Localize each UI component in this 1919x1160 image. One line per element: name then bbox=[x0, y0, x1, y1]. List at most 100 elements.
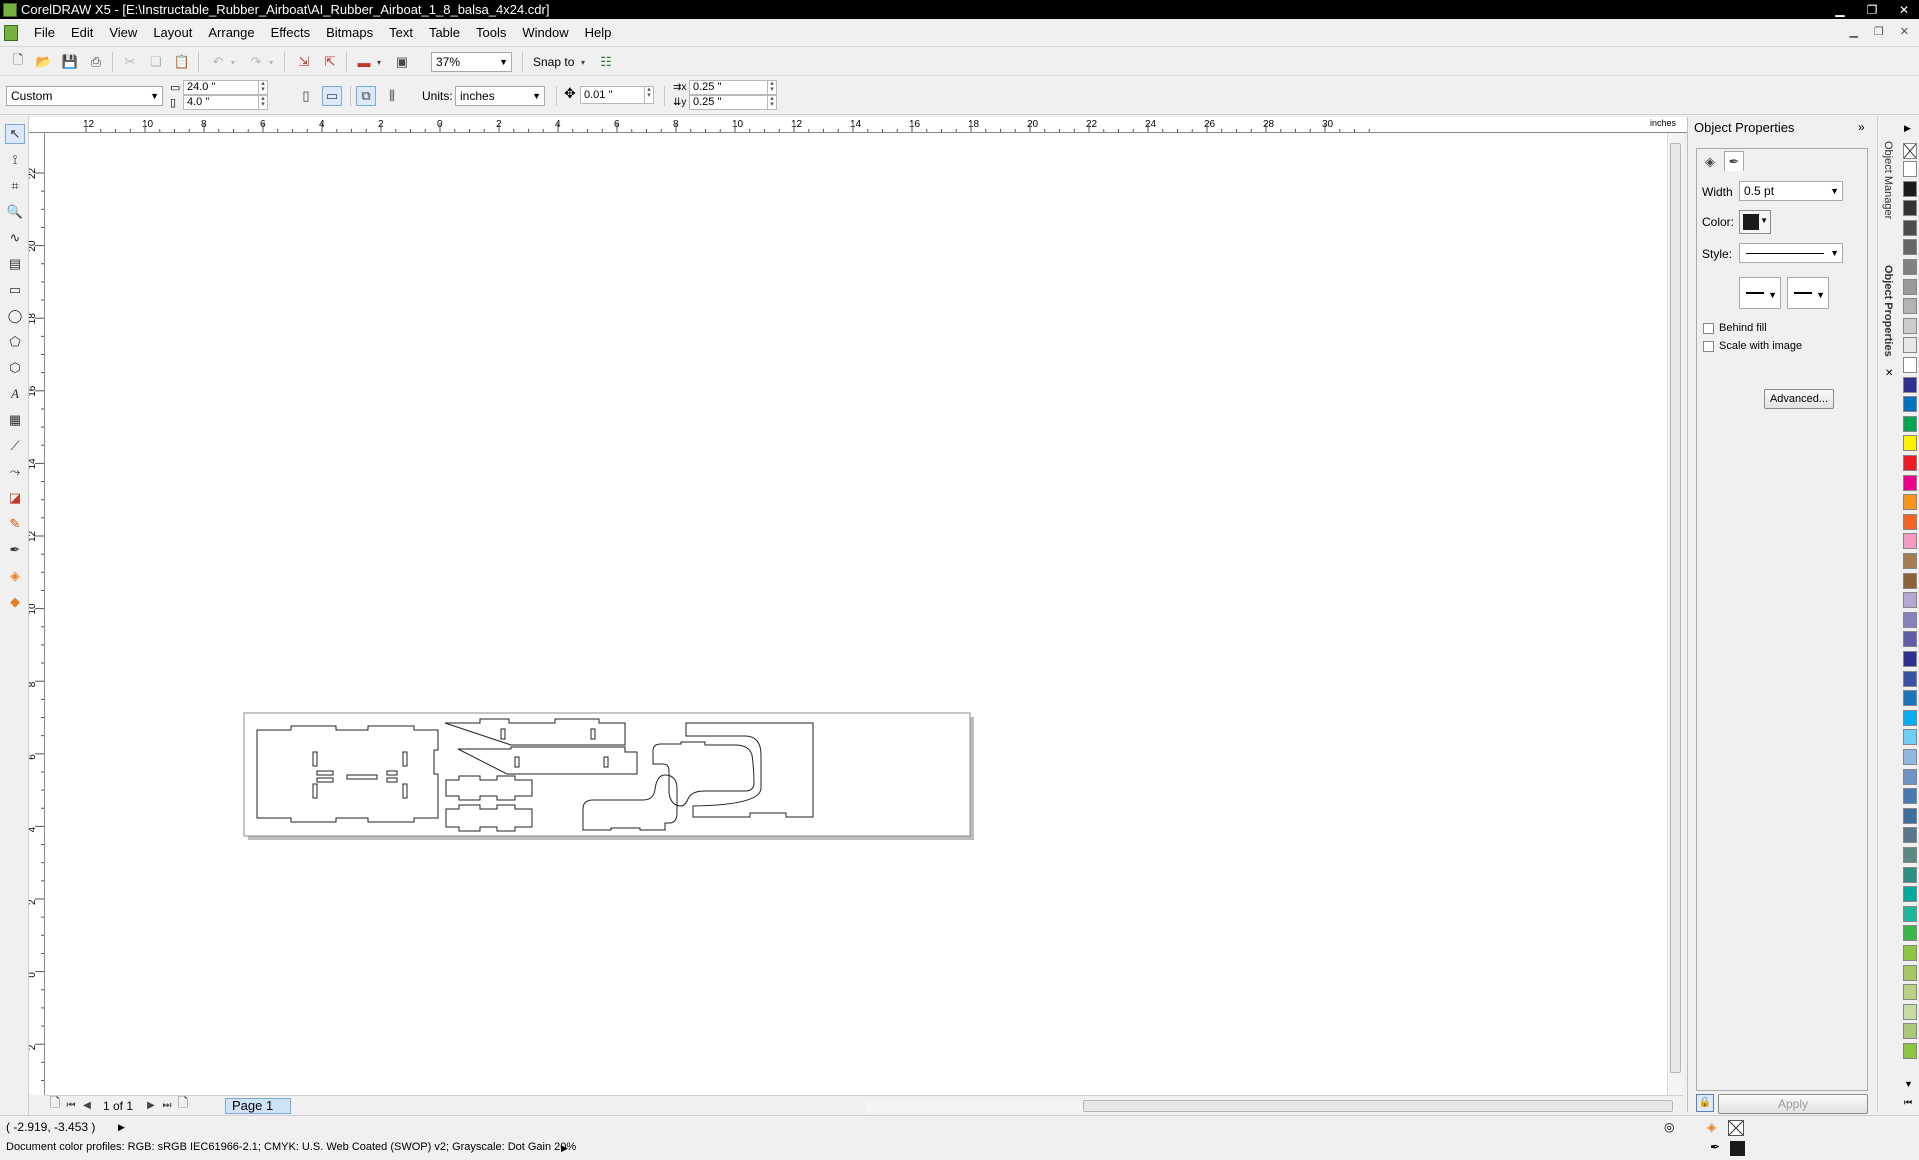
no-color-swatch[interactable] bbox=[1903, 143, 1917, 159]
fill-tool-icon[interactable]: ◈ bbox=[5, 566, 25, 586]
tab-object-properties[interactable]: Object Properties bbox=[1882, 265, 1894, 357]
snap-to-label[interactable]: Snap to bbox=[533, 55, 574, 69]
palette-swatch[interactable] bbox=[1903, 357, 1917, 373]
palette-swatch[interactable] bbox=[1903, 415, 1917, 432]
doc-close-icon[interactable]: ✕ bbox=[1900, 25, 1909, 38]
connector-tool-icon[interactable]: ⤳ bbox=[5, 462, 25, 482]
table-tool-icon[interactable]: ▦ bbox=[5, 410, 25, 430]
menu-file[interactable]: File bbox=[26, 25, 63, 40]
duplicate-distance-y-field[interactable]: 0.25 " ▴ ▾ bbox=[689, 95, 777, 110]
outline-indicator-icon[interactable]: ✒ bbox=[1710, 1140, 1720, 1154]
palette-swatch[interactable] bbox=[1903, 533, 1917, 550]
palette-swatch[interactable] bbox=[1903, 494, 1917, 511]
palette-swatch[interactable] bbox=[1903, 180, 1917, 197]
palette-swatch[interactable] bbox=[1903, 611, 1917, 628]
spin-arrows-icon[interactable]: ▴ ▾ bbox=[258, 95, 267, 109]
spin-arrows-icon[interactable]: ▴ ▾ bbox=[644, 86, 653, 103]
save-icon[interactable]: 💾 bbox=[60, 52, 80, 72]
palette-swatch[interactable] bbox=[1903, 553, 1917, 569]
horizontal-scrollbar[interactable] bbox=[865, 1099, 1675, 1113]
palette-swatch[interactable] bbox=[1903, 690, 1917, 707]
palette-scroll-up-icon[interactable]: ▶ bbox=[1904, 121, 1911, 135]
current-page-icon[interactable]: ⫼ bbox=[382, 86, 402, 106]
start-arrowhead-combo[interactable]: ▼ bbox=[1739, 277, 1781, 309]
ruler-origin-corner[interactable] bbox=[29, 117, 45, 133]
palette-swatch[interactable] bbox=[1903, 709, 1917, 726]
import-icon[interactable]: ⇲ bbox=[294, 52, 314, 72]
previous-page-icon[interactable]: ◀ bbox=[77, 1096, 97, 1114]
palette-swatch[interactable] bbox=[1903, 317, 1917, 334]
welcome-screen-icon[interactable]: ▣ bbox=[392, 52, 412, 72]
status-expand-icon[interactable]: ▶ bbox=[118, 1120, 125, 1134]
close-button[interactable]: ✕ bbox=[1895, 3, 1913, 17]
polygon-tool-icon[interactable]: ⬠ bbox=[5, 332, 25, 352]
fill-tab-icon[interactable]: ◈ bbox=[1700, 152, 1720, 172]
palette-swatch[interactable] bbox=[1903, 670, 1917, 687]
palette-swatch[interactable] bbox=[1903, 807, 1917, 824]
palette-swatch[interactable] bbox=[1903, 513, 1917, 530]
palette-swatch[interactable] bbox=[1903, 1023, 1917, 1040]
shape-tool-icon[interactable]: ⟟ bbox=[5, 150, 25, 170]
maximize-button[interactable]: ❐ bbox=[1863, 3, 1881, 17]
apply-button[interactable]: Apply bbox=[1718, 1094, 1868, 1114]
export-icon[interactable]: ⇱ bbox=[320, 52, 340, 72]
application-launcher-icon[interactable]: ▬ bbox=[354, 52, 374, 72]
palette-swatch[interactable] bbox=[1903, 161, 1917, 177]
outline-width-combo[interactable]: 0.5 pt ▼ bbox=[1739, 181, 1843, 201]
scale-with-image-checkbox[interactable] bbox=[1703, 341, 1714, 352]
spin-arrows-icon[interactable]: ▴ ▾ bbox=[767, 80, 776, 94]
palette-swatch[interactable] bbox=[1903, 239, 1917, 256]
palette-swatch[interactable] bbox=[1903, 768, 1917, 785]
options-icon[interactable]: ☷ bbox=[596, 52, 616, 72]
menu-text[interactable]: Text bbox=[381, 25, 421, 40]
outline-color-swatch[interactable] bbox=[1730, 1141, 1745, 1156]
palette-swatch[interactable] bbox=[1903, 455, 1917, 471]
palette-swatch[interactable] bbox=[1903, 749, 1917, 765]
palette-swatch[interactable] bbox=[1903, 219, 1917, 236]
palette-swatch[interactable] bbox=[1903, 278, 1917, 295]
zoom-tool-icon[interactable]: 🔍 bbox=[5, 202, 25, 222]
nudge-distance-field[interactable]: 0.01 " ▴ ▾ bbox=[580, 86, 654, 104]
document-icon[interactable] bbox=[4, 24, 18, 41]
page-height-field[interactable]: 4.0 " ▴ ▾ bbox=[183, 95, 268, 110]
document-color-profiles[interactable]: Document color profiles: RGB: sRGB IEC61… bbox=[6, 1140, 576, 1154]
palette-swatch[interactable] bbox=[1903, 964, 1917, 981]
launcher-dropdown-icon[interactable]: ▾ bbox=[374, 52, 384, 72]
behind-fill-checkbox[interactable] bbox=[1703, 323, 1714, 334]
outline-tab-icon[interactable]: ✒ bbox=[1724, 151, 1744, 171]
freehand-tool-icon[interactable]: ∿ bbox=[5, 228, 25, 248]
palette-swatch[interactable] bbox=[1903, 905, 1917, 922]
fill-indicator-icon[interactable]: ◈ bbox=[1707, 1120, 1716, 1134]
smart-fill-tool-icon[interactable]: ▤ bbox=[5, 254, 25, 274]
ellipse-tool-icon[interactable]: ◯ bbox=[5, 306, 25, 326]
pick-tool-icon[interactable]: ↖ bbox=[5, 124, 25, 144]
palette-swatch[interactable] bbox=[1903, 435, 1917, 452]
units-combo[interactable]: inches ▼ bbox=[455, 86, 545, 106]
outline-pen-tool-icon[interactable]: ✒ bbox=[5, 540, 25, 560]
spin-arrows-icon[interactable]: ▴ ▾ bbox=[767, 95, 776, 109]
profiles-expand-icon[interactable]: ▶ bbox=[561, 1141, 568, 1155]
palette-swatch[interactable] bbox=[1903, 1043, 1917, 1059]
menu-edit[interactable]: Edit bbox=[63, 25, 101, 40]
spin-arrows-icon[interactable]: ▴ ▾ bbox=[258, 80, 267, 94]
blend-tool-icon[interactable]: ◪ bbox=[5, 488, 25, 508]
palette-swatch[interactable] bbox=[1903, 886, 1917, 903]
close-docker-icon[interactable]: ✕ bbox=[1885, 367, 1893, 381]
cut-icon[interactable]: ✂ bbox=[120, 52, 140, 72]
palette-swatch[interactable] bbox=[1903, 337, 1917, 354]
horizontal-scroll-thumb[interactable] bbox=[1083, 1100, 1673, 1112]
menu-bitmaps[interactable]: Bitmaps bbox=[318, 25, 381, 40]
menu-window[interactable]: Window bbox=[514, 25, 576, 40]
palette-swatch[interactable] bbox=[1903, 376, 1917, 393]
doc-minimize-icon[interactable]: ▁ bbox=[1849, 25, 1857, 38]
basic-shapes-tool-icon[interactable]: ⬡ bbox=[5, 358, 25, 378]
palette-swatch[interactable] bbox=[1903, 788, 1917, 805]
menu-layout[interactable]: Layout bbox=[145, 25, 200, 40]
page-tab[interactable]: Page 1 bbox=[225, 1098, 291, 1114]
undo-dropdown-icon[interactable]: ▾ bbox=[228, 52, 238, 72]
palette-swatch[interactable] bbox=[1903, 474, 1917, 491]
palette-swatch[interactable] bbox=[1903, 298, 1917, 315]
minimize-button[interactable]: ▁ bbox=[1831, 3, 1849, 17]
crop-tool-icon[interactable]: ⌗ bbox=[5, 176, 25, 196]
docker-collapse-icon[interactable]: » bbox=[1858, 120, 1865, 134]
